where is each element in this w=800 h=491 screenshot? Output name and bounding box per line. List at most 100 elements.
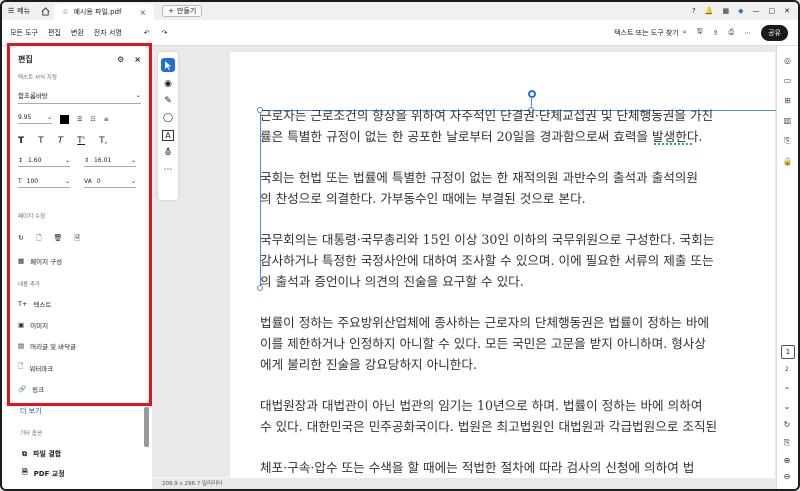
- gear-icon[interactable]: ⚙: [117, 55, 124, 64]
- rotate-icon[interactable]: ↻: [18, 234, 24, 245]
- more-tools-icon[interactable]: ⋯: [164, 165, 173, 175]
- header-footer-button[interactable]: ▤ 머리글 및 바닥글: [18, 341, 141, 351]
- comment-icon[interactable]: ◉: [164, 79, 172, 89]
- add-image-button[interactable]: ▣ 이미지: [18, 320, 141, 330]
- horizontal-scale-value: 100: [26, 178, 39, 185]
- paragraph-spacing-dropdown[interactable]: ⇕ 16.01 ⌄: [84, 157, 136, 167]
- chevron-down-icon: ⌄: [130, 157, 136, 164]
- proof-label: PDF 교정: [33, 469, 65, 478]
- page-section-label: 페이지 수정: [18, 214, 46, 220]
- save-icon[interactable]: 🖫: [697, 27, 703, 38]
- home-icon[interactable]: [36, 2, 54, 20]
- sidebar-scroll-thumb[interactable]: [144, 407, 149, 447]
- print-icon[interactable]: ⎙: [729, 28, 735, 37]
- ai-assistant-icon[interactable]: ◎: [784, 56, 791, 65]
- menu-label: 메뉴: [17, 7, 31, 15]
- refresh-icon[interactable]: ↻: [779, 420, 795, 429]
- help-icon[interactable]: ?: [692, 7, 696, 15]
- link-label: 링크: [32, 386, 45, 394]
- font-size-dropdown[interactable]: 9.95 ⌄: [18, 114, 52, 124]
- stamp-icon[interactable]: ⛢: [165, 148, 172, 158]
- more-link[interactable]: 더 보기: [20, 406, 42, 416]
- bell-icon[interactable]: 🔔: [705, 7, 714, 15]
- close-panel-icon[interactable]: ×: [134, 55, 141, 64]
- text-line: 률은 특별한 규정이 없는 한 공포한 날로부터 20일을 경과함으로써 효력을…: [260, 128, 703, 144]
- next-page-number[interactable]: 2: [785, 366, 789, 373]
- text-line: 근로자는 근로조건의 향상을 위하여 자주적인 단결권·단체교섭권 및 단체행동…: [260, 108, 714, 123]
- menu-edit[interactable]: 편집: [48, 28, 61, 38]
- font-family-dropdown[interactable]: 함초롬바탕 ⌄: [18, 87, 141, 104]
- minimize-icon[interactable]: —: [753, 7, 760, 15]
- char-spacing-dropdown[interactable]: VA 0 ⌄: [84, 178, 136, 188]
- tool-search[interactable]: 텍스트 또는 도구 찾기 ⌕: [614, 28, 687, 38]
- text-box-icon[interactable]: A: [162, 130, 174, 141]
- select-tool-icon[interactable]: [161, 58, 175, 72]
- numbered-list-icon[interactable]: ☷: [90, 116, 95, 123]
- lasso-icon[interactable]: ◯: [163, 113, 173, 123]
- watermark-button[interactable]: 🗋 워터마크: [18, 362, 141, 373]
- scroll-down-icon[interactable]: ⌄: [779, 402, 795, 411]
- text-line: 의 출석과 증언이나 의견의 진술을 요구할 수 있다.: [260, 273, 524, 289]
- insert-page-icon[interactable]: 🗋: [36, 234, 42, 245]
- app-window: ☰ 메뉴 ☆ 예시용 파일.pdf × + 만들기 ? 🔔 ▦ ◆ — □ ✕ …: [0, 0, 800, 491]
- scroll-up-icon[interactable]: ⌃: [779, 386, 795, 395]
- panel-title: 편집: [18, 55, 33, 64]
- thumbnails-icon[interactable]: ▥: [784, 116, 792, 125]
- search-placeholder: 텍스트 또는 도구 찾기: [614, 28, 679, 37]
- apps-grid-icon[interactable]: ▦: [722, 7, 729, 15]
- plus-icon: +: [168, 7, 175, 15]
- horizontal-scale-dropdown[interactable]: T 100 ⌄: [18, 178, 70, 188]
- extract-page-icon[interactable]: 🗎: [74, 234, 80, 245]
- copy-page-icon[interactable]: ⎘: [779, 438, 795, 448]
- maximize-icon[interactable]: □: [769, 7, 776, 15]
- link-button[interactable]: 🔗 링크: [18, 384, 141, 394]
- menu-e-sign[interactable]: 전자 서명: [94, 28, 122, 38]
- redo-icon[interactable]: ↷: [162, 29, 168, 37]
- menu-convert[interactable]: 변환: [71, 28, 84, 38]
- lock-icon[interactable]: 🔒: [783, 157, 793, 166]
- bookmark-icon[interactable]: ⊞: [784, 96, 791, 105]
- current-page-box[interactable]: 1: [781, 345, 795, 359]
- underline-button[interactable]: T': [77, 136, 85, 146]
- close-tab-icon[interactable]: ×: [139, 8, 146, 17]
- text-line: 국무회의는 대통령·국무총리와 15인 이상 30인 이하의 국무위원으로 구성…: [260, 232, 715, 248]
- add-text-button[interactable]: T+ 텍스트: [18, 299, 141, 309]
- cube-icon[interactable]: ◆: [738, 7, 743, 15]
- zoom-in-icon[interactable]: ⊕: [779, 456, 795, 465]
- superscript-button[interactable]: T,: [99, 136, 107, 146]
- star-icon[interactable]: ☆: [62, 8, 68, 16]
- attachments-icon[interactable]: ⎘: [784, 136, 790, 146]
- share-button[interactable]: 공유: [761, 24, 788, 41]
- new-tab-button[interactable]: + 만들기: [162, 5, 203, 17]
- menu-button[interactable]: ☰ 메뉴: [2, 2, 36, 20]
- rotate-handle[interactable]: [528, 90, 536, 98]
- page-composition-button[interactable]: ▦ 페이지 구성: [18, 256, 141, 266]
- zoom-out-icon[interactable]: ⊖: [779, 472, 795, 481]
- bold-button[interactable]: T: [18, 136, 24, 146]
- paragraph-3: 국무회의는 대통령·국무총리와 15인 이상 30인 이하의 국무위원으로 구성…: [260, 230, 770, 292]
- text-line: 국회는 헌법 또는 법률에 특별한 규정이 없는 한 재적의원 과반수의 출석과…: [260, 170, 698, 186]
- combine-files-button[interactable]: ⧉ 파일 결합: [22, 449, 61, 459]
- spellcheck-underline: [654, 141, 692, 145]
- bullet-list-icon[interactable]: ☰: [77, 116, 82, 123]
- delete-icon[interactable]: 🗑: [54, 234, 63, 245]
- align-icon[interactable]: ≡: [104, 116, 109, 123]
- menu-all-tools[interactable]: 모든 도구: [10, 28, 38, 38]
- upload-icon[interactable]: ⇪: [713, 29, 719, 37]
- line-spacing-dropdown[interactable]: ↕ 1.60 ⌄: [18, 157, 70, 167]
- more-options-icon[interactable]: ⋯: [744, 29, 751, 37]
- text-line: 법률이 정하는 주요방위산업체에 종사하는 근로자의 단체행동권은 법률이 정하…: [260, 315, 710, 331]
- undo-icon[interactable]: ↶: [144, 29, 150, 37]
- regular-button[interactable]: T: [38, 136, 44, 146]
- title-bar: ☰ 메뉴 ☆ 예시용 파일.pdf × + 만들기 ? 🔔 ▦ ◆ — □ ✕: [2, 2, 798, 20]
- italic-button[interactable]: T: [58, 136, 64, 146]
- pdf-proof-button[interactable]: 🗎 PDF 교정: [22, 468, 65, 479]
- comments-icon[interactable]: ▭: [784, 76, 792, 85]
- pen-icon[interactable]: ✎: [164, 96, 172, 106]
- add-section-label: 내용 추가: [18, 282, 40, 288]
- close-window-icon[interactable]: ✕: [784, 7, 790, 15]
- text-color-swatch[interactable]: [60, 114, 69, 124]
- document-tab[interactable]: ☆ 예시용 파일.pdf ×: [54, 4, 155, 20]
- window-controls: ? 🔔 ▦ ◆ — □ ✕: [692, 2, 798, 20]
- document-text[interactable]: 근로자는 근로조건의 향상을 위하여 자주적인 단결권·단체교섭권 및 단체행동…: [260, 106, 770, 489]
